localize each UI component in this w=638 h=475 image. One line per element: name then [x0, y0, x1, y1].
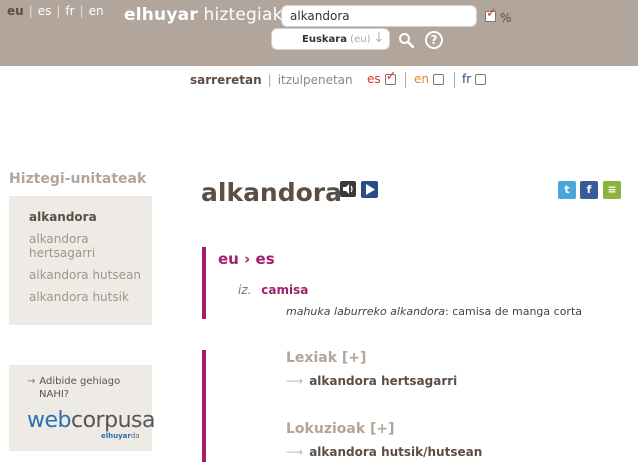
- translation-word[interactable]: camisa: [261, 283, 308, 297]
- lang-link-en[interactable]: en: [89, 4, 104, 18]
- search-mode-switch: sarreretan | itzulpenetan: [190, 73, 353, 87]
- unit-link[interactable]: alkandora hertsagarri: [29, 232, 152, 260]
- usage-example: mahuka laburreko alkandora: camisa de ma…: [286, 305, 582, 318]
- language-direction-select[interactable]: Euskara (eu) ↓: [271, 28, 390, 50]
- arrow-right-icon: →: [27, 376, 36, 387]
- unit-link-current[interactable]: alkandora: [29, 210, 152, 224]
- webcorpusa-promo[interactable]: → Adibide gehiago NAHI? webcorpusa elhuya…: [9, 365, 155, 451]
- help-icon[interactable]: ?: [425, 31, 443, 49]
- filter-es[interactable]: es: [367, 69, 397, 87]
- filter-en-checkbox[interactable]: [433, 73, 444, 85]
- example-source: mahuka laburreko alkandora: [286, 305, 446, 318]
- unit-link[interactable]: alkandora hutsik: [29, 290, 152, 304]
- percent-label: %: [500, 11, 512, 25]
- entry-headword: alkandora: [201, 178, 343, 207]
- swap-arrow-icon[interactable]: ↓: [373, 30, 385, 46]
- logo-subtitle: elhuyarda: [101, 432, 140, 440]
- lang-link-es[interactable]: es: [38, 4, 52, 18]
- arrow-right-icon: ⟶: [286, 374, 304, 388]
- facebook-icon[interactable]: f: [580, 181, 598, 199]
- lang-separator: |: [28, 4, 33, 18]
- brand-bold: elhuyar: [124, 5, 198, 25]
- lang-link-fr[interactable]: fr: [65, 4, 74, 18]
- lexiak-item-label: alkandora hertsagarri: [309, 374, 458, 388]
- arrow-right-icon: ⟶: [286, 445, 304, 459]
- mode-translations[interactable]: itzulpenetan: [278, 73, 353, 87]
- filter-fr[interactable]: fr: [462, 72, 487, 86]
- section-accent-bar: [202, 247, 206, 319]
- language-switcher: eu | es | fr | en: [7, 4, 104, 18]
- filter-fr-checkbox[interactable]: [475, 73, 487, 85]
- sidebar-title: Hiztegi-unitateak: [9, 171, 147, 187]
- direction-arrow: ›: [244, 250, 251, 268]
- site-logo[interactable]: elhuyar hiztegiak: [124, 5, 283, 25]
- lang-link-eu[interactable]: eu: [7, 4, 24, 18]
- lokuzioak-toggle[interactable]: Lokuzioak [+]: [286, 421, 395, 437]
- speaker-icon[interactable]: [340, 181, 356, 197]
- notes-icon[interactable]: ≡: [603, 181, 621, 199]
- grammar-category: iz.: [238, 283, 252, 297]
- filter-es-checkbox[interactable]: [384, 69, 397, 85]
- corpus-line2: NAHI?: [39, 389, 70, 400]
- direction-to: es: [255, 250, 275, 268]
- lokuzioak-item[interactable]: ⟶ alkandora hutsik/hutsean: [286, 445, 482, 459]
- mode-separator: |: [267, 73, 272, 87]
- play-icon[interactable]: [361, 181, 378, 198]
- mode-entries[interactable]: sarreretan: [190, 73, 262, 87]
- filter-en-label: en: [414, 72, 429, 86]
- dictionary-units-panel: alkandora alkandora hertsagarri alkandor…: [9, 196, 152, 325]
- filter-divider: [405, 72, 406, 88]
- percent-checkbox[interactable]: [485, 6, 497, 22]
- lang-separator: |: [79, 4, 84, 18]
- logo-web: web: [27, 408, 72, 433]
- logo-sub-bold: elhuyar: [101, 432, 131, 440]
- unit-link[interactable]: alkandora hutsean: [29, 268, 152, 282]
- filter-divider: [454, 72, 455, 88]
- search-input[interactable]: [281, 5, 477, 27]
- direction-sub-label: (eu): [350, 34, 371, 45]
- logo-corpusa: corpusa: [71, 408, 155, 433]
- example-target: : camisa de manga corta: [445, 305, 583, 318]
- translation-direction: eu › es: [218, 250, 275, 268]
- corpus-promo-text: → Adibide gehiago NAHI?: [27, 375, 120, 401]
- webcorpusa-logo: webcorpusa: [27, 408, 155, 433]
- direction-from: eu: [218, 250, 239, 268]
- section-accent-bar: [202, 350, 206, 462]
- lexiak-item[interactable]: ⟶ alkandora hertsagarri: [286, 374, 457, 388]
- twitter-icon[interactable]: t: [558, 181, 576, 199]
- translation-line: iz. camisa: [238, 283, 308, 297]
- filter-en[interactable]: en: [414, 72, 444, 86]
- direction-main-label: Euskara: [302, 34, 347, 45]
- brand-rest: hiztegiak: [203, 5, 283, 25]
- search-icon[interactable]: [398, 32, 414, 48]
- top-header: eu | es | fr | en elhuyar hiztegiak % Eu…: [0, 0, 638, 66]
- lokuzioak-item-label: alkandora hutsik/hutsean: [309, 445, 483, 459]
- lexiak-toggle[interactable]: Lexiak [+]: [286, 350, 366, 366]
- filter-fr-label: fr: [462, 72, 472, 86]
- filter-es-label: es: [367, 72, 381, 86]
- lang-separator: |: [56, 4, 61, 18]
- corpus-line1: Adibide gehiago: [39, 376, 121, 387]
- logo-sub-rest: da: [130, 432, 140, 440]
